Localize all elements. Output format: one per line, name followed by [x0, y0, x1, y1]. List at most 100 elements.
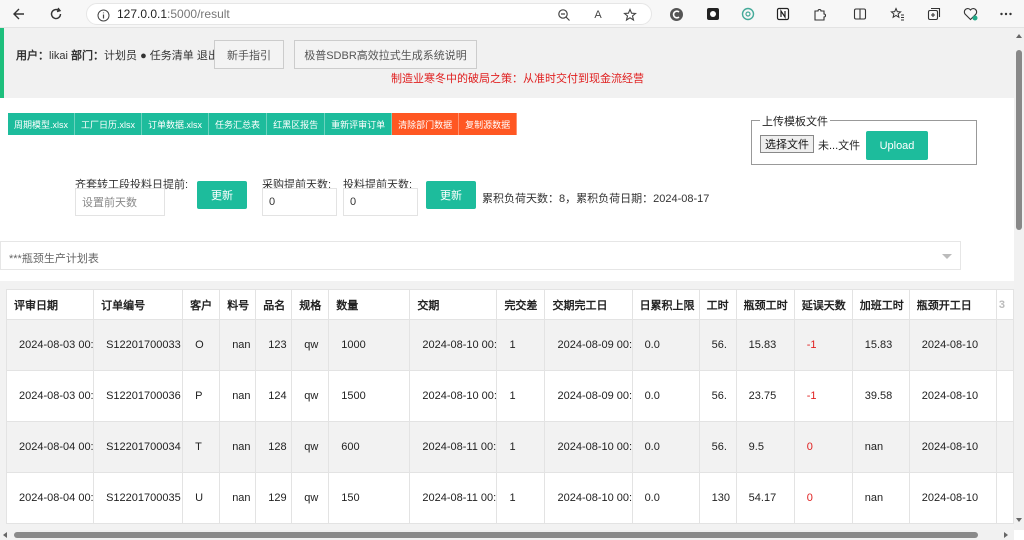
info-icon[interactable] [95, 7, 111, 23]
app-header: 用户：likai 部门：计划员 ● 任务清单 退出 新手指引 极普SDBR高效拉… [0, 28, 1014, 98]
table-row[interactable]: 2024-08-04 00:00:00 S12201700035 U nan 1… [5, 472, 1014, 524]
extension-c-icon[interactable] [668, 6, 684, 22]
scroll-left-icon[interactable] [3, 532, 7, 538]
cell: 15.83 [735, 319, 795, 371]
cell: S12201700034 [93, 421, 184, 473]
horizontal-scroll-thumb[interactable] [14, 532, 978, 538]
scroll-right-icon[interactable] [1004, 532, 1008, 538]
tab-red-black-report[interactable]: 红黑区报告 [267, 113, 326, 135]
cell: 2024-08-10 00:00:00 [409, 319, 498, 371]
col-header[interactable]: 完交差 [496, 289, 546, 320]
col-header[interactable]: 订单编号 [93, 289, 184, 320]
cell: 0 [793, 472, 853, 524]
extensions-puzzle-icon[interactable] [812, 6, 828, 22]
favorite-star-icon[interactable] [622, 7, 638, 23]
zoom-icon[interactable] [556, 7, 572, 23]
favorites-icon[interactable] [889, 6, 905, 22]
table-container: 评审日期 订单编号 客户 料号 品名 规格 数量 交期 完交差 交期完工日 日累… [0, 281, 1014, 530]
col-header[interactable]: 工时 [698, 289, 737, 320]
url-host: 127.0.0.1 [117, 7, 168, 21]
purchase-advance-input[interactable]: 0 [262, 188, 337, 216]
choose-file-button[interactable]: 选择文件 [760, 135, 814, 153]
col-header[interactable]: 评审日期 [5, 289, 95, 320]
cell: T [182, 421, 221, 473]
collections-icon[interactable] [926, 6, 942, 22]
col-header[interactable]: 料号 [219, 289, 257, 320]
cell: U [182, 472, 221, 524]
cell: 2024-08-10 [908, 421, 997, 473]
tab-copy-source-data[interactable]: 复制源数据 [459, 113, 518, 135]
slogan-text: 制造业寒冬中的破局之策：从准时交付到现金流经营 [391, 73, 644, 85]
col-header[interactable]: 日累积上限 [631, 289, 700, 320]
tab-re-review-orders[interactable]: 重新评审订单 [325, 113, 393, 135]
user-label: 用户： [16, 50, 49, 62]
col-header[interactable]: 客户 [182, 289, 221, 320]
manual-button[interactable]: 极普SDBR高效拉式生成系统说明 [294, 40, 477, 69]
read-aloud-icon[interactable]: A [590, 7, 606, 23]
scroll-up-icon[interactable] [1016, 34, 1022, 38]
col-header[interactable]: 延误天数 [793, 289, 853, 320]
plan-table-select[interactable]: ***瓶颈生产计划表 [0, 241, 961, 270]
guide-button[interactable]: 新手指引 [214, 40, 284, 69]
page-content: 用户：likai 部门：计划员 ● 任务清单 退出 新手指引 极普SDBR高效拉… [0, 28, 1014, 530]
cell: 1500 [328, 370, 411, 422]
cell [995, 472, 1014, 524]
table-row[interactable]: 2024-08-03 00:00:00 S12201700036 P nan 1… [5, 370, 1014, 422]
cell: 1000 [328, 319, 411, 371]
cell: 2024-08-11 00:00:00 [409, 421, 498, 473]
cell: qw [291, 319, 330, 371]
cell: 2024-08-04 00:00:00 [5, 421, 95, 473]
cell: -1 [793, 370, 853, 422]
cell: S12201700035 [93, 472, 184, 524]
split-screen-icon[interactable] [852, 6, 868, 22]
tab-order-data[interactable]: 订单数据.xlsx [142, 113, 210, 135]
cell: 15.83 [851, 319, 910, 371]
table-row[interactable]: 2024-08-03 00:00:00 S12201700033 O nan 1… [5, 319, 1014, 371]
upload-button[interactable]: Upload [866, 131, 928, 160]
cell: 9.5 [735, 421, 795, 473]
horizontal-scrollbar[interactable] [0, 530, 1014, 540]
cell: S12201700036 [93, 370, 184, 422]
scroll-down-icon[interactable] [1016, 518, 1022, 522]
feed-advance-input[interactable]: 0 [343, 188, 418, 216]
col-header[interactable]: 3 [995, 289, 1014, 320]
task-list-link[interactable]: ● 任务清单 [140, 50, 194, 62]
cell [995, 370, 1014, 422]
url-text[interactable]: 127.0.0.1:5000/result [117, 7, 230, 21]
back-icon[interactable] [8, 4, 28, 24]
update-button-2[interactable]: 更新 [426, 181, 476, 209]
col-header[interactable]: 规格 [291, 289, 330, 320]
vertical-scrollbar[interactable] [1014, 28, 1024, 530]
extension-square-icon[interactable] [705, 6, 721, 22]
col-header[interactable]: 品名 [255, 289, 293, 320]
cell: nan [851, 421, 910, 473]
browser-essentials-icon[interactable] [962, 6, 978, 22]
cell: 2024-08-09 00:00:00 [544, 319, 633, 371]
reload-icon[interactable] [46, 4, 66, 24]
tab-clear-dept-data[interactable]: 清除部门数据 [392, 113, 460, 135]
address-bar[interactable]: 127.0.0.1:5000/result A [86, 3, 652, 25]
col-header[interactable]: 交期 [409, 289, 498, 320]
extension-notion-icon[interactable] [775, 6, 791, 22]
tab-factory-calendar[interactable]: 工厂日历.xlsx [75, 113, 143, 135]
col-header[interactable]: 加班工时 [851, 289, 910, 320]
update-button-1[interactable]: 更新 [197, 181, 247, 209]
extension-openai-icon[interactable] [740, 6, 756, 22]
cell: nan [219, 472, 257, 524]
tab-task-summary[interactable]: 任务汇总表 [209, 113, 268, 135]
col-header[interactable]: 交期完工日 [544, 289, 633, 320]
kit-advance-input[interactable]: 设置前天数 [75, 188, 165, 216]
table-row[interactable]: 2024-08-04 00:00:00 S12201700034 T nan 1… [5, 421, 1014, 473]
more-icon[interactable] [998, 6, 1014, 22]
cell: 2024-08-11 00:00:00 [409, 472, 498, 524]
col-header[interactable]: 瓶颈开工日 [908, 289, 997, 320]
cell: 124 [255, 370, 293, 422]
vertical-scroll-thumb[interactable] [1016, 50, 1022, 230]
tab-cycle-model[interactable]: 周期模型.xlsx [8, 113, 76, 135]
cell: 2024-08-10 [908, 370, 997, 422]
col-header[interactable]: 数量 [328, 289, 411, 320]
load-status-text: 累积负荷天数：8，累积负荷日期：2024-08-17 [482, 193, 710, 205]
cell: 2024-08-09 00:00:00 [544, 370, 633, 422]
col-header[interactable]: 瓶颈工时 [735, 289, 795, 320]
cell: 2024-08-10 00:00:00 [409, 370, 498, 422]
